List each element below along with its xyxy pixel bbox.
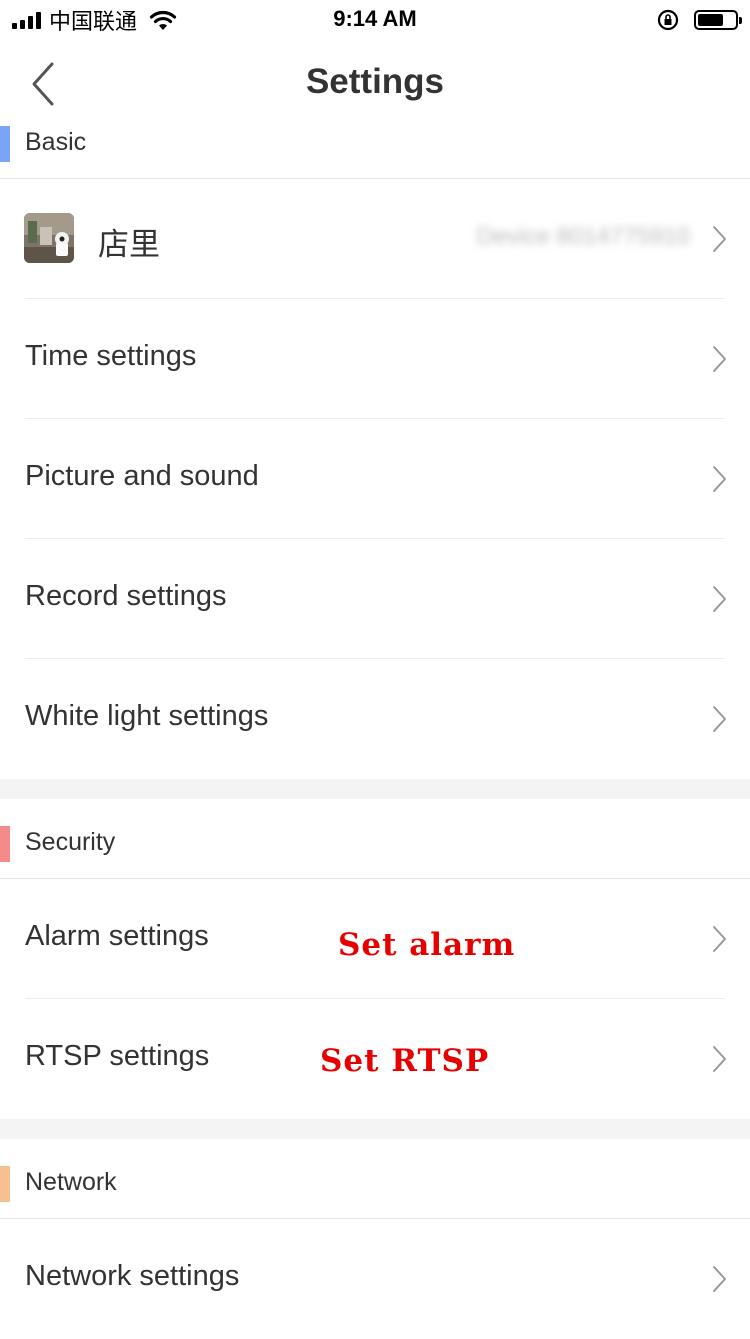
row-label: Alarm settings (25, 920, 209, 952)
record-settings-row[interactable]: Record settings (0, 539, 750, 659)
section-gap (0, 779, 750, 799)
chevron-right-icon (713, 346, 726, 372)
alarm-settings-row[interactable]: Alarm settings Set alarm (0, 879, 750, 999)
white-light-settings-row[interactable]: White light settings (0, 659, 750, 779)
section-title-security: Security (25, 828, 116, 856)
device-row[interactable]: 店里 Device 8014775910 (0, 179, 750, 299)
chevron-right-icon (713, 926, 726, 952)
annotation-set-alarm: Set alarm (338, 927, 516, 963)
row-label: Picture and sound (25, 460, 259, 492)
chevron-right-icon (713, 1266, 726, 1292)
device-thumbnail (24, 213, 74, 263)
rtsp-settings-row[interactable]: RTSP settings Set RTSP (0, 999, 750, 1119)
nav-bar: Settings (0, 40, 750, 128)
section-accent-bar (0, 826, 10, 862)
row-label: White light settings (25, 700, 269, 732)
chevron-right-icon (713, 226, 726, 252)
section-header-basic: Basic (0, 118, 750, 168)
chevron-right-icon (713, 586, 726, 612)
section-title-basic: Basic (25, 128, 87, 156)
page-title: Settings (305, 62, 445, 101)
section-header-security: Security (0, 818, 750, 868)
status-bar: 中国联通 9:14 AM (0, 0, 750, 40)
row-label: Time settings (25, 340, 197, 372)
picture-sound-row[interactable]: Picture and sound (0, 419, 750, 539)
network-settings-row[interactable]: Network settings (0, 1219, 750, 1339)
time-settings-row[interactable]: Time settings (0, 299, 750, 419)
annotation-set-rtsp: Set RTSP (320, 1043, 490, 1079)
status-time: 9:14 AM (333, 6, 417, 31)
chevron-right-icon (713, 1046, 726, 1072)
section-accent-bar (0, 1166, 10, 1202)
battery-icon (694, 10, 742, 30)
device-id: Device 8014775910 (476, 223, 690, 250)
chevron-right-icon (713, 466, 726, 492)
section-gap (0, 1119, 750, 1139)
device-name: 店里 (98, 227, 160, 262)
row-label: Network settings (25, 1260, 240, 1292)
section-title-network: Network (25, 1168, 117, 1196)
section-accent-bar (0, 126, 10, 162)
chevron-right-icon (713, 706, 726, 732)
rotation-lock-icon (657, 9, 679, 31)
row-label: RTSP settings (25, 1040, 210, 1072)
row-label: Record settings (25, 580, 227, 612)
section-header-network: Network (0, 1158, 750, 1208)
